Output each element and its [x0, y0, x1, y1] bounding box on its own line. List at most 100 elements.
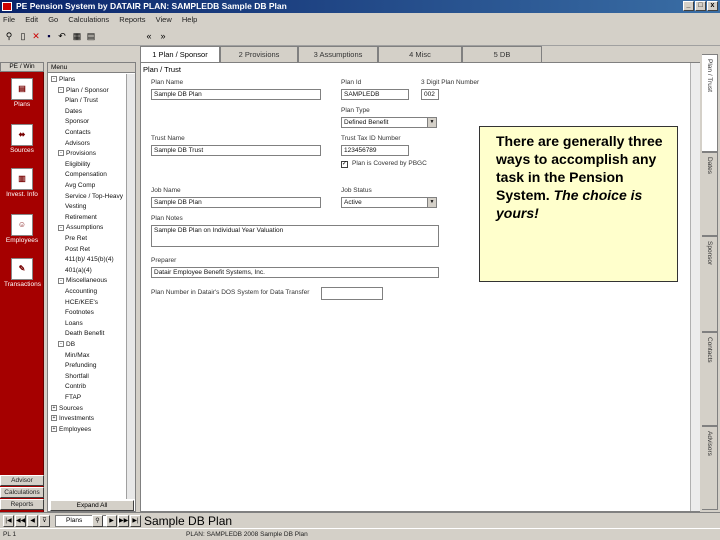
rtab-sponsor[interactable]: Sponsor: [702, 236, 718, 332]
tree-item[interactable]: Dates: [65, 108, 82, 115]
reports-button[interactable]: Reports: [0, 499, 44, 510]
expand-icon[interactable]: +: [51, 426, 57, 433]
plan-number-field[interactable]: 002: [421, 89, 439, 100]
sidebar-item-transactions[interactable]: ✎ Transactions: [4, 258, 41, 288]
tree-item[interactable]: Sponsor: [65, 118, 89, 125]
expand-all-button[interactable]: Expand All: [50, 500, 134, 511]
delete-icon[interactable]: ✕: [31, 30, 41, 42]
tree-item[interactable]: Prefunding: [65, 362, 96, 369]
tree-item[interactable]: - Provisions: [58, 150, 96, 157]
plan-id-field[interactable]: SAMPLEDB: [341, 89, 409, 100]
sidebar-item-plans[interactable]: ▤ Plans: [4, 78, 40, 108]
plan-notes-field[interactable]: Sample DB Plan on Individual Year Valuat…: [151, 225, 439, 247]
prev-record-button[interactable]: ◀: [27, 515, 38, 527]
tree-item[interactable]: Post Ret: [65, 246, 90, 253]
sidebar-item-invest-info[interactable]: ▥ Invest. Info: [4, 168, 40, 198]
tree-item[interactable]: Loans: [65, 320, 83, 327]
menu-file[interactable]: File: [3, 15, 15, 24]
next-page-button[interactable]: ▶▶: [118, 515, 129, 527]
back-button[interactable]: «: [144, 30, 154, 42]
tree-item[interactable]: HCE/KEE's: [65, 299, 98, 306]
filter-icon[interactable]: ⊽: [39, 515, 50, 527]
tree-item[interactable]: Service / Top-Heavy: [65, 193, 123, 200]
plan-type-dropdown[interactable]: Defined Benefit ▼: [341, 117, 437, 128]
tree-item[interactable]: + Employees: [51, 426, 91, 433]
collapse-icon[interactable]: -: [58, 150, 64, 157]
tab-assumptions[interactable]: 3 Assumptions: [298, 46, 378, 62]
prev-page-button[interactable]: ◀◀: [15, 515, 26, 527]
tree-item[interactable]: Contrib: [65, 383, 86, 390]
binoculars-icon[interactable]: ⚲: [4, 30, 14, 42]
tree-item[interactable]: Retirement: [65, 214, 97, 221]
undo-icon[interactable]: ↶: [57, 30, 67, 42]
collapse-icon[interactable]: -: [58, 277, 64, 284]
menu-help[interactable]: Help: [182, 15, 197, 24]
tree-item[interactable]: + Investments: [51, 415, 94, 422]
report-icon[interactable]: ▤: [86, 30, 96, 42]
menu-calculations[interactable]: Calculations: [68, 15, 109, 24]
last-record-button[interactable]: ▶|: [130, 515, 141, 527]
tab-misc[interactable]: 4 Misc: [378, 46, 462, 62]
next-record-button[interactable]: ▶: [106, 515, 117, 527]
tab-db[interactable]: 5 DB: [462, 46, 542, 62]
plan-name-field[interactable]: Sample DB Plan: [151, 89, 321, 100]
tree-item[interactable]: 401(a)(4): [65, 267, 92, 274]
tree-item[interactable]: Avg Comp: [65, 182, 95, 189]
job-name-field[interactable]: Sample DB Plan: [151, 197, 321, 208]
collapse-icon[interactable]: -: [58, 86, 64, 93]
sidebar-item-employees[interactable]: ☺ Employees: [4, 214, 40, 244]
chevron-down-icon[interactable]: ▼: [427, 198, 436, 207]
collapse-icon[interactable]: -: [58, 341, 64, 348]
expand-icon[interactable]: +: [51, 404, 57, 411]
sidebar-item-sources[interactable]: ⬌ Sources: [4, 124, 40, 154]
tree-item[interactable]: + Sources: [51, 405, 83, 412]
menu-reports[interactable]: Reports: [119, 15, 145, 24]
tree-item[interactable]: Min/Max: [65, 352, 90, 359]
tree-item[interactable]: 411(b)/ 415(b)(4): [65, 256, 114, 263]
tree-item[interactable]: Plan / Trust: [65, 97, 98, 104]
forward-button[interactable]: »: [158, 30, 168, 42]
preparer-field[interactable]: Datair Employee Benefit Systems, Inc.: [151, 267, 439, 278]
trust-name-field[interactable]: Sample DB Trust: [151, 145, 321, 156]
tree-item[interactable]: - Plans: [51, 76, 75, 83]
pbgc-checkbox[interactable]: ✓: [341, 161, 348, 168]
tree-item[interactable]: - Miscellaneous: [58, 277, 107, 284]
calculator-icon[interactable]: ▦: [72, 30, 82, 42]
tab-provisions[interactable]: 2 Provisions: [220, 46, 298, 62]
tree-item[interactable]: FTAP: [65, 394, 81, 401]
save-icon[interactable]: ▪: [44, 30, 54, 42]
tree-item[interactable]: Shortfall: [65, 373, 89, 380]
tree-item[interactable]: Footnotes: [65, 309, 94, 316]
tree-item[interactable]: - Assumptions: [58, 224, 103, 231]
expand-icon[interactable]: +: [51, 415, 57, 422]
minimize-button[interactable]: _: [683, 1, 694, 11]
menu-view[interactable]: View: [156, 15, 172, 24]
rtab-dates[interactable]: Dates: [702, 152, 718, 236]
tree-item[interactable]: Vesting: [65, 203, 86, 210]
chevron-down-icon[interactable]: ▼: [427, 118, 436, 127]
new-icon[interactable]: ▯: [18, 30, 28, 42]
tree-item[interactable]: Eligibility: [65, 161, 90, 168]
tree-scrollbar[interactable]: [126, 74, 135, 499]
tree-item[interactable]: Compensation: [65, 171, 107, 178]
maximize-button[interactable]: □: [695, 1, 706, 11]
search-icon[interactable]: ⚲: [92, 515, 103, 527]
form-scrollbar[interactable]: [690, 63, 700, 511]
tree-item[interactable]: - Plan / Sponsor: [58, 87, 109, 94]
calculations-button[interactable]: Calculations: [0, 487, 44, 498]
tree-item[interactable]: - DB: [58, 341, 75, 348]
collapse-icon[interactable]: -: [51, 76, 57, 83]
menu-edit[interactable]: Edit: [25, 15, 38, 24]
tree-item[interactable]: Accounting: [65, 288, 97, 295]
menu-go[interactable]: Go: [48, 15, 58, 24]
tree-item[interactable]: Pre Ret: [65, 235, 87, 242]
tab-plan-sponsor[interactable]: 1 Plan / Sponsor: [140, 46, 220, 62]
rtab-plan-trust[interactable]: Plan / Trust: [702, 54, 718, 152]
rtab-contacts[interactable]: Contacts: [702, 332, 718, 426]
tree-item[interactable]: Contacts: [65, 129, 91, 136]
tree-item[interactable]: Death Benefit: [65, 330, 104, 337]
dos-plan-number-field[interactable]: [321, 287, 383, 300]
trust-id-field[interactable]: 123456789: [341, 145, 409, 156]
rtab-advisors[interactable]: Advisors: [702, 426, 718, 510]
advisor-button[interactable]: Advisor: [0, 475, 44, 486]
